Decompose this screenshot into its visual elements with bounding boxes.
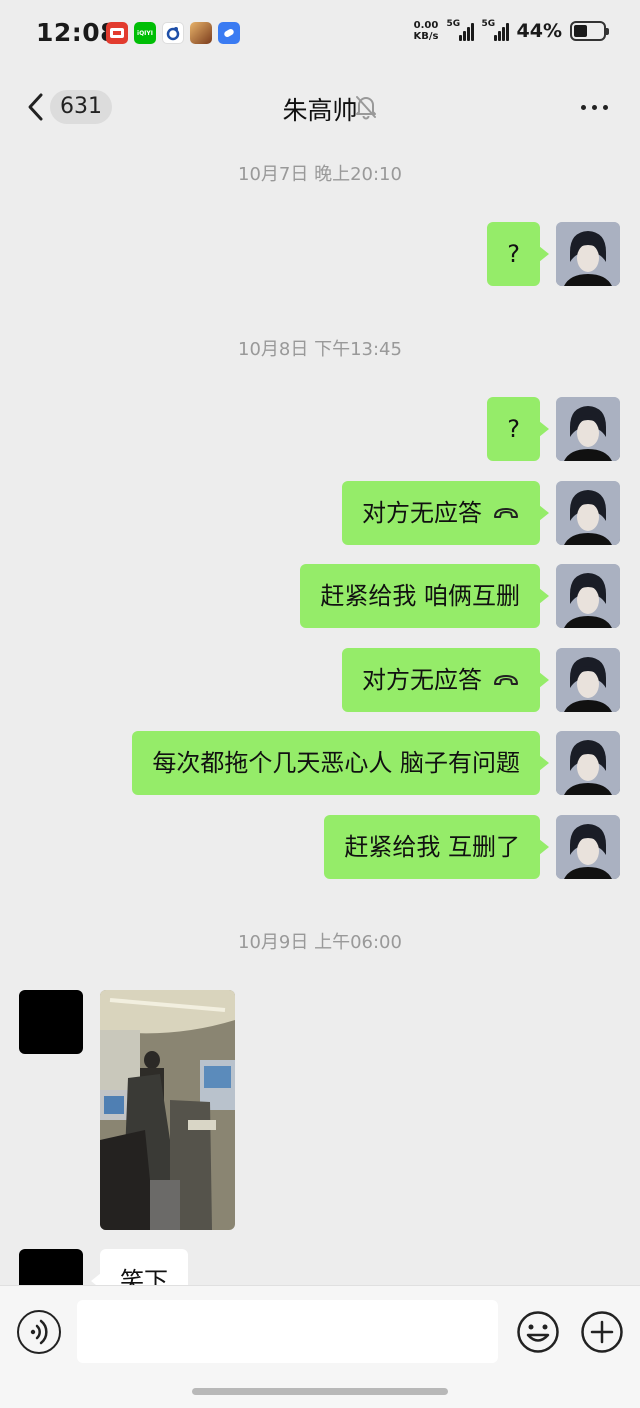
hangup-phone-icon	[492, 647, 520, 711]
message-timestamp: 10月8日 下午13:45	[238, 339, 402, 360]
signal-icon: 5G	[446, 19, 474, 41]
iqiyi-app-icon: iQIYI	[134, 22, 156, 44]
emoji-icon[interactable]	[516, 1310, 560, 1358]
mute-bell-icon	[354, 94, 378, 124]
my-avatar[interactable]	[556, 564, 620, 628]
call-record-bubble[interactable]: 对方无应答	[342, 480, 549, 545]
network-speed-value: 0.00	[413, 20, 439, 31]
train-interior-photo	[100, 990, 235, 1230]
battery-icon	[570, 21, 609, 41]
my-message-bubble[interactable]: ?	[487, 397, 549, 461]
weibo-app-icon	[162, 22, 184, 44]
my-avatar[interactable]	[556, 397, 620, 461]
my-avatar[interactable]	[556, 481, 620, 545]
chat-header: 631 朱高帅	[0, 72, 640, 142]
game-app-icon	[190, 22, 212, 44]
signal-label: 5G	[446, 19, 461, 29]
iqiyi-app-icon-text: iQIYI	[137, 29, 153, 37]
my-message-bubble[interactable]: 赶紧给我 咱俩互删	[300, 564, 549, 628]
voice-input-icon[interactable]	[17, 1310, 61, 1354]
message-input[interactable]	[77, 1300, 498, 1363]
signal-icon: 5G	[481, 19, 509, 41]
my-message-bubble[interactable]: 每次都拖个几天恶心人 脑子有问题	[132, 731, 549, 795]
chat-title-wrap: 朱高帅	[0, 91, 640, 127]
network-speed: 0.00 KB/s	[414, 20, 439, 42]
my-avatar[interactable]	[556, 222, 620, 286]
call-record-text: 对方无应答	[362, 499, 482, 527]
call-record-text: 对方无应答	[362, 666, 482, 694]
my-avatar[interactable]	[556, 648, 620, 712]
battery-percent: 44%	[516, 20, 562, 42]
signal-label: 5G	[481, 19, 496, 29]
my-message-bubble[interactable]: ?	[487, 222, 549, 286]
image-message[interactable]	[100, 990, 235, 1230]
hangup-phone-icon	[492, 480, 520, 544]
more-functions-plus-icon[interactable]	[580, 1310, 624, 1358]
bubble-app-icon	[218, 22, 240, 44]
message-timestamp: 10月7日 晚上20:10	[238, 164, 402, 185]
status-bar: 12:08 iQIYI 0.00 KB/s 5G 5G 44%	[0, 0, 640, 72]
home-indicator[interactable]	[192, 1388, 448, 1395]
jd-app-icon	[106, 22, 128, 44]
my-avatar[interactable]	[556, 815, 620, 879]
chat-title[interactable]: 朱高帅	[282, 96, 357, 125]
network-speed-unit: KB/s	[413, 31, 439, 42]
notification-app-icons: iQIYI	[106, 22, 240, 44]
my-avatar[interactable]	[556, 731, 620, 795]
more-options-icon[interactable]	[581, 105, 608, 110]
my-message-bubble[interactable]: 赶紧给我 互删了	[324, 815, 549, 879]
message-timestamp: 10月9日 上午06:00	[238, 932, 402, 953]
contact-avatar[interactable]	[19, 990, 83, 1054]
system-status: 0.00 KB/s 5G 5G 44%	[414, 19, 609, 42]
call-record-bubble[interactable]: 对方无应答	[342, 647, 549, 712]
